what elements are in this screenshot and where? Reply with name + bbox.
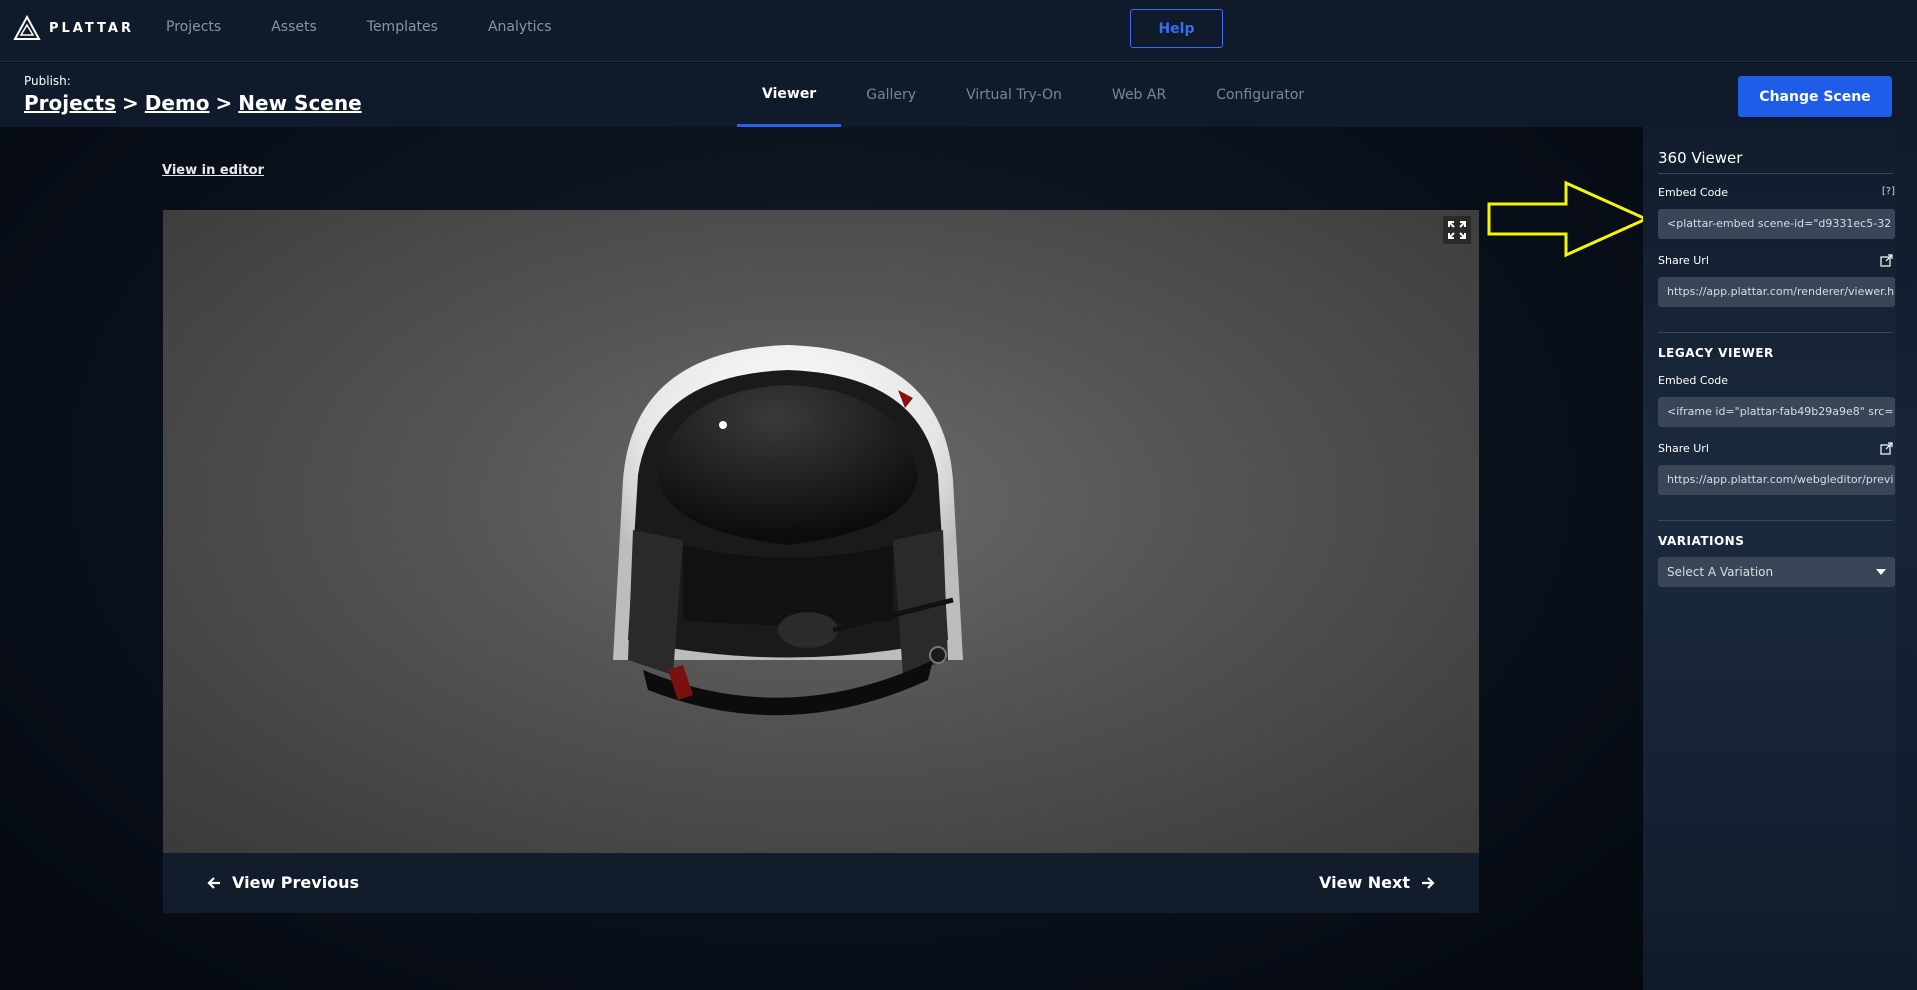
breadcrumb-separator: > [215,91,233,115]
help-button[interactable]: Help [1130,9,1223,48]
tab-configurator[interactable]: Configurator [1191,63,1329,127]
divider [1658,520,1893,521]
view-next-label: View Next [1319,873,1410,892]
viewer-navigation-bar: View Previous View Next [163,853,1479,913]
legacy-embed-code-field[interactable]: <iframe id="plattar-fab49b29a9e8" src= [1658,397,1895,427]
external-link-icon[interactable] [1880,442,1893,455]
view-in-editor-link[interactable]: View in editor [162,163,264,178]
brand-logo[interactable]: PLATTAR [13,15,134,41]
embed-panel: 360 Viewer Embed Code [?] <plattar-embed… [1643,127,1896,949]
legacy-share-url-label: Share Url [1658,442,1709,455]
variations-title: VARIATIONS [1658,534,1745,548]
breadcrumb-separator: > [122,91,139,115]
embed-code-field[interactable]: <plattar-embed scene-id="d9331ec5-32 [1658,209,1895,239]
arrow-right-icon [1422,876,1435,889]
brand-name: PLATTAR [49,20,134,36]
share-url-label: Share Url [1658,254,1709,267]
embed-code-label: Embed Code [1658,186,1729,199]
embed-sidebar: 360 Viewer Embed Code [?] <plattar-embed… [1643,127,1917,990]
embed-code-label-row: Embed Code [?] [1658,186,1895,199]
fullscreen-expand-icon[interactable] [1443,216,1471,244]
scene-viewer-canvas[interactable] [163,210,1479,853]
tab-gallery[interactable]: Gallery [841,63,941,127]
tab-web-ar[interactable]: Web AR [1087,63,1191,127]
main-nav: Projects Assets Templates Analytics [166,19,602,35]
expand-arrows-icon [1448,221,1466,239]
legacy-embed-code-label: Embed Code [1658,374,1729,387]
view-previous-button[interactable]: View Previous [206,873,359,892]
share-url-field[interactable]: https://app.plattar.com/renderer/viewer.… [1658,277,1895,307]
view-previous-label: View Previous [232,873,360,892]
nav-assets[interactable]: Assets [271,19,317,35]
nav-templates[interactable]: Templates [367,19,438,35]
change-scene-button[interactable]: Change Scene [1738,76,1892,117]
publish-label: Publish: [24,74,71,88]
publish-header: Publish: Projects > Demo > New Scene Viewer … [0,63,1917,127]
help-icon[interactable]: [?] [1882,186,1895,197]
top-navbar: PLATTAR Projects Assets Templates Analyt… [0,0,1917,62]
publish-tabs: Viewer Gallery Virtual Try-On Web AR Con… [737,63,1329,127]
variation-select-value: Select A Variation [1667,565,1774,579]
view-next-button[interactable]: View Next [1319,873,1436,892]
divider [1658,173,1893,174]
yellow-annotation-arrow-icon [1487,180,1650,258]
divider [1658,332,1893,333]
legacy-viewer-title: LEGACY VIEWER [1658,346,1774,360]
viewer-section-title: 360 Viewer [1658,149,1743,167]
tab-virtual-try-on[interactable]: Virtual Try-On [941,63,1087,127]
main-content: View in editor View Previous View Next [0,127,1643,990]
variation-select[interactable]: Select A Variation [1658,557,1895,587]
breadcrumb: Projects > Demo > New Scene [24,91,362,115]
breadcrumb-demo[interactable]: Demo [145,91,210,115]
tab-viewer[interactable]: Viewer [737,63,842,127]
breadcrumb-new-scene[interactable]: New Scene [238,91,361,115]
legacy-share-url-field[interactable]: https://app.plattar.com/webgleditor/prev… [1658,465,1895,495]
arrow-left-icon [207,876,220,889]
breadcrumb-projects[interactable]: Projects [24,91,116,115]
chevron-down-icon [1876,569,1886,575]
external-link-icon[interactable] [1880,254,1893,267]
nav-analytics[interactable]: Analytics [488,19,552,35]
helmet-3d-model [613,345,963,716]
plattar-logo-icon [13,15,41,40]
nav-projects[interactable]: Projects [166,19,221,35]
